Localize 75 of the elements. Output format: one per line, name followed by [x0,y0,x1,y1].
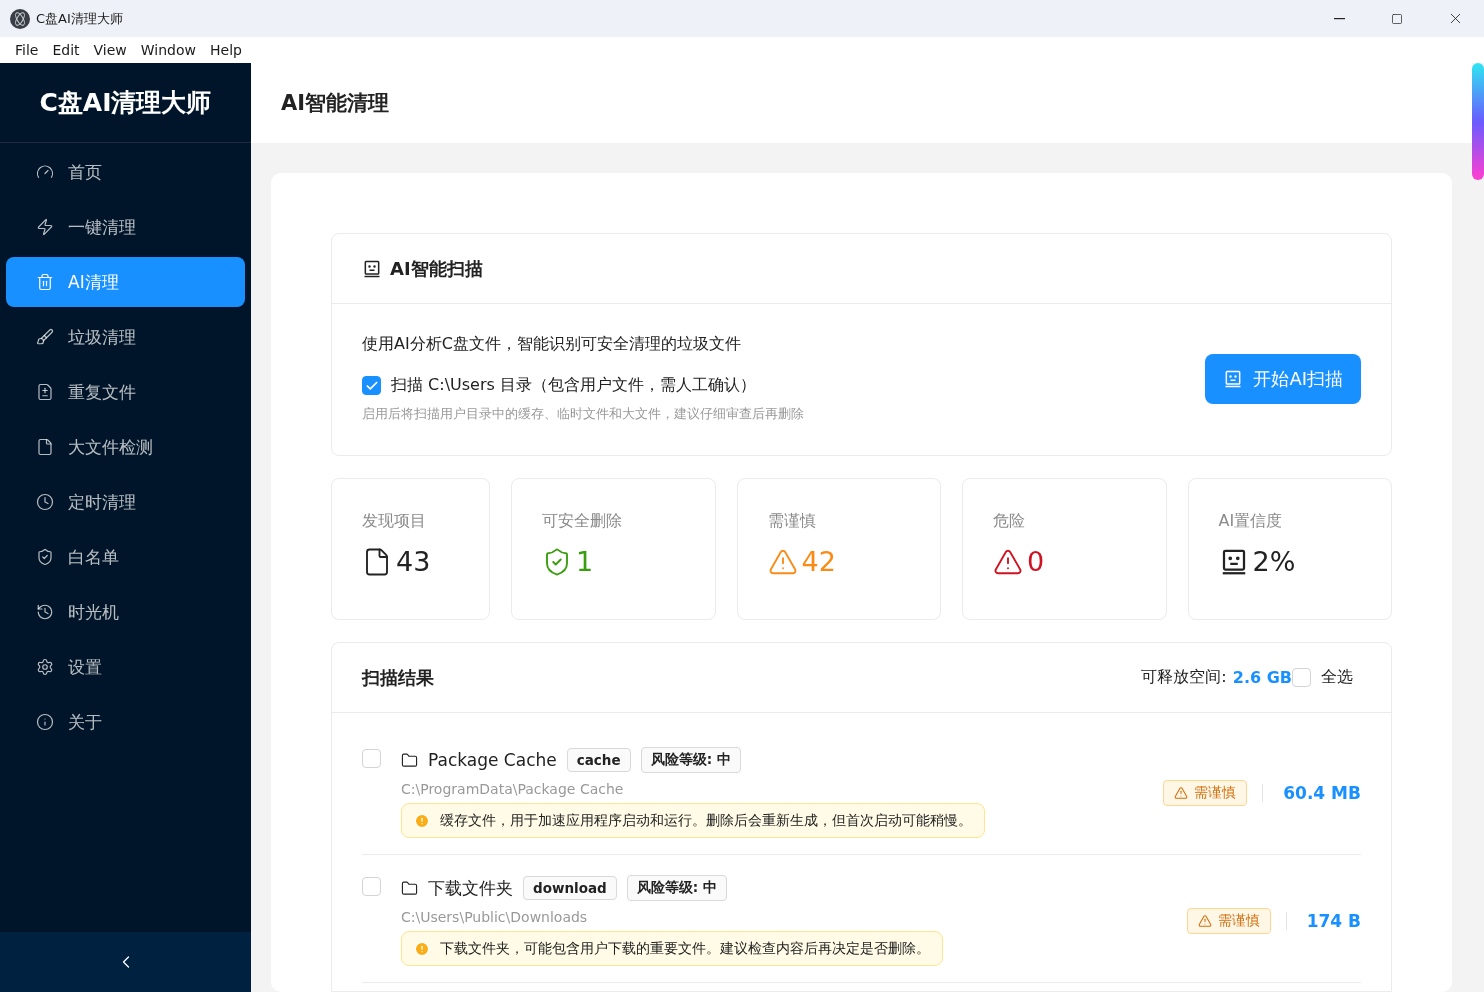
robot-icon [1223,368,1244,389]
item-path: C:\ProgramData\Package Cache [401,781,625,797]
nav-item[interactable]: 首页 [6,147,245,197]
note-text: 缓存文件，用于加速应用程序启动和运行。删除后会重新生成，但首次启动可能稍慢。 [440,811,972,830]
status-label: 需谨慎 [1217,911,1260,930]
nav-item[interactable]: 定时清理 [6,477,245,527]
stat-value: 42 [801,546,836,577]
nav-item[interactable]: 垃圾清理 [6,312,245,362]
stat-value: 1 [576,546,594,577]
stat-label: 危险 [993,511,1026,532]
history-icon [36,603,54,621]
item-name: Package Cache [428,750,557,770]
nav-item[interactable]: 时光机 [6,587,245,637]
minimize-icon [1333,17,1345,20]
brush-icon [36,328,54,346]
warning-icon [1197,913,1212,928]
folder-icon [401,751,418,769]
stat-value: 43 [396,546,431,577]
menu-item[interactable]: Help [203,42,249,58]
menu-item[interactable]: Edit [45,42,87,58]
item-size: 174 B [1306,910,1361,931]
row-checkbox[interactable] [362,877,381,896]
checkbox[interactable] [362,376,381,395]
collapse-button[interactable] [0,932,251,992]
settings-icon [36,658,54,676]
app-icon [10,8,30,29]
nav-item[interactable]: 白名单 [6,532,245,582]
description: 使用AI分析C盘文件，智能识别可安全清理的垃圾文件 [362,334,742,355]
stat-label: 需谨慎 [767,511,817,532]
nav-item[interactable]: 大文件检测 [6,422,245,472]
free-space-label: 可释放空间: [1141,667,1227,688]
menu-item[interactable]: File [8,42,46,58]
maximize-icon [1391,12,1403,25]
nav-item[interactable]: 设置 [6,642,245,692]
select-all-label: 全选 [1321,667,1353,688]
window-title: C盘AI清理大师 [36,9,124,28]
nav-item[interactable]: 关于 [6,697,245,747]
nav-item[interactable]: 一键清理 [6,202,245,252]
stat-label: 可安全删除 [542,511,623,532]
type-tag: download [523,876,617,900]
lightning-icon [36,218,54,236]
info-icon [36,713,54,731]
row-checkbox[interactable] [362,749,381,768]
stat-label: 发现项目 [362,511,427,532]
hint-text: 启用后将扫描用户目录中的缓存、临时文件和大文件，建议仔细审查后再删除 [362,406,805,423]
nav-item[interactable]: 重复文件 [6,367,245,417]
type-tag: cache [566,748,631,772]
panel-title: AI智能扫描 [390,256,483,281]
select-all-checkbox[interactable] [1292,668,1311,687]
file-icon [36,438,54,456]
stat-value: 0 [1027,546,1045,577]
stat-value: 2% [1252,546,1296,577]
gauge-icon [36,163,54,181]
status-label: 需谨慎 [1194,783,1237,802]
file-diff-icon [36,383,54,401]
robot-icon [362,258,382,279]
option-label: 扫描 C:\Users 目录（包含用户文件，需人工确认） [391,375,756,396]
folder-icon [401,879,418,897]
stat-label: AI置信度 [1218,511,1284,532]
free-space-value: 2.6 GB [1232,668,1292,687]
menu-item[interactable]: Window [133,42,203,58]
risk-tag: 风险等级: 中 [640,747,741,773]
risk-tag: 风险等级: 中 [626,875,727,901]
clock-icon [36,493,54,511]
menu-item[interactable]: View [86,42,134,58]
alert-icon [414,812,430,829]
item-size: 60.4 MB [1283,782,1361,803]
panel-title: 扫描结果 [362,665,434,690]
item-path: C:\Users\Public\Downloads [401,909,589,925]
item-name: 下载文件夹 [428,876,513,900]
note-text: 下载文件夹，可能包含用户下载的重要文件。建议检查内容后再决定是否删除。 [440,939,930,958]
warning-icon [1174,785,1189,800]
alert-icon [414,940,430,957]
trash-icon [36,273,54,291]
shield-check-icon [36,548,54,566]
